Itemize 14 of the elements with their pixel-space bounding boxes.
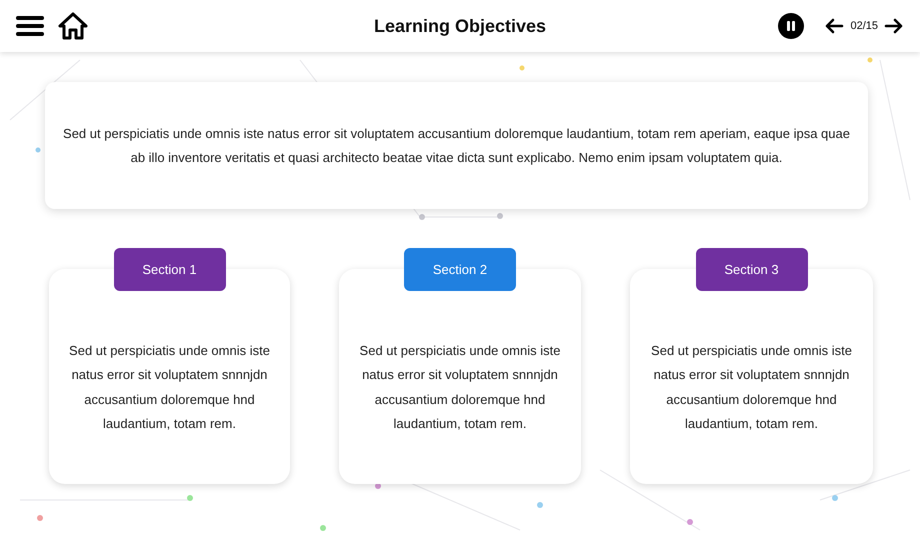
page-counter: 02/15 — [850, 20, 878, 32]
section-text: Sed ut perspiciatis unde omnis iste natus error sit voluptatem snnnjdn accusantium doloremque hnd laudantium, totam rem. — [650, 342, 853, 433]
section-button[interactable]: Section 3 — [696, 248, 808, 291]
home-icon[interactable] — [58, 12, 88, 40]
menu-icon[interactable] — [16, 15, 44, 37]
page-title: Learning Objectives — [374, 16, 546, 36]
back-arrow-icon[interactable] — [824, 18, 844, 34]
pause-button[interactable] — [778, 13, 804, 39]
section-text: Sed ut perspiciatis unde omnis iste natus error sit voluptatem snnnjdn accusantium doloremque hnd laudantium, totam rem. — [68, 342, 271, 433]
section-button[interactable]: Section 2 — [404, 248, 516, 291]
section-text: Sed ut perspiciatis unde omnis iste natus error sit voluptatem snnnjdn accusantium doloremque hnd laudantium, totam rem. — [358, 342, 562, 433]
intro-text: Sed ut perspiciatis unde omnis iste natus error sit voluptatem accusantium doloremque laudantium, totam rem aperiam, eaque ipsa quae ab illo inventore veritatis et quasi architecto beatae vitae dicta sunt explicabo. Nemo enim ipsam voluptatem quia. — [63, 124, 850, 167]
section-button[interactable]: Section 1 — [114, 248, 226, 291]
forward-arrow-icon[interactable] — [884, 18, 904, 34]
